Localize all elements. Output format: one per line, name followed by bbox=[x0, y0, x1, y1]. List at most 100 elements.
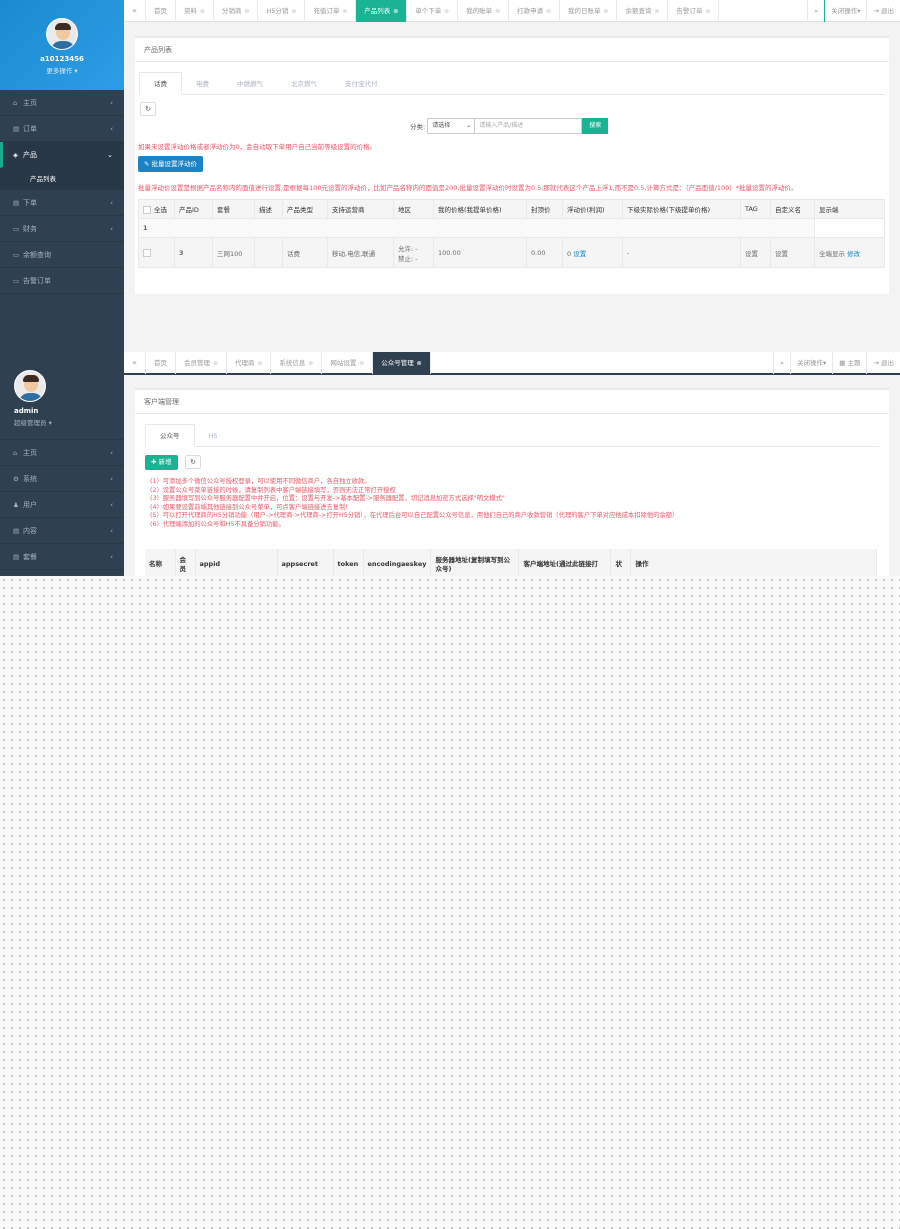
close-tab-icon[interactable]: ⊗ bbox=[415, 360, 422, 367]
close-tab-icon[interactable]: ⊗ bbox=[198, 8, 205, 15]
col-header: 服务器地址(复制填写到公众号) bbox=[430, 549, 520, 576]
subtab-0[interactable]: 话费 bbox=[139, 72, 182, 95]
sidebar-item-2[interactable]: ♟ 用户 ‹ bbox=[0, 492, 124, 518]
scroll-left-icon[interactable]: « bbox=[124, 352, 146, 374]
tab-6[interactable]: 单个下单 ⊗ bbox=[407, 0, 459, 22]
float-price-notice: 如果未设置浮动价格或者浮动价为0，会自动取下单用户自己当前等级设置的价格。 bbox=[138, 143, 377, 151]
subtab-4[interactable]: 支付宝代付 bbox=[331, 73, 392, 96]
edit-display-link[interactable]: 修改 bbox=[847, 250, 860, 258]
close-tab-icon[interactable]: ⊗ bbox=[357, 360, 364, 367]
sidebar-item-0[interactable]: ⌂ 主页 ‹ bbox=[0, 90, 124, 116]
refresh-icon[interactable]: ↻ bbox=[140, 102, 156, 116]
close-tab-icon[interactable]: ⊗ bbox=[602, 8, 608, 15]
subtab-2[interactable]: 中燃燃气 bbox=[223, 73, 277, 96]
tab-3[interactable]: H5分销 ⊗ bbox=[258, 0, 306, 22]
col-package: 套餐 bbox=[212, 199, 255, 219]
set-custom-name-link[interactable]: 设置 bbox=[770, 237, 815, 268]
select-all-header[interactable]: 全选 bbox=[138, 199, 175, 219]
subtab-0[interactable]: 公众号 bbox=[145, 424, 195, 447]
tab-label: 我的日账单 bbox=[568, 7, 601, 15]
tab-0[interactable]: 首页 bbox=[146, 352, 176, 374]
product-icon: ◈ bbox=[13, 151, 18, 159]
more-actions-menu[interactable]: 更多操作 ▾ bbox=[0, 65, 124, 75]
close-tab-icon[interactable]: ⊗ bbox=[289, 8, 296, 15]
subtab-1[interactable]: H5 bbox=[195, 425, 232, 448]
sidebar-item-4[interactable]: ▤ 套餐 ‹ bbox=[0, 544, 124, 570]
tab-1[interactable]: 资料 ⊗ bbox=[176, 0, 214, 22]
tab-4[interactable]: 网站设置 ⊗ bbox=[322, 352, 374, 374]
tab-10[interactable]: 余额查询 ⊗ bbox=[617, 0, 669, 22]
package-icon: ▤ bbox=[13, 553, 20, 561]
usage-notes: (1）可添加多个微信公众号授权登录，可以使用不同微信商户，各自独立收款。 (2）设… bbox=[150, 478, 678, 530]
close-tab-icon[interactable]: ⊗ bbox=[306, 360, 313, 367]
tab-2[interactable]: 代理商 ⊗ bbox=[227, 352, 272, 374]
row-checkbox[interactable] bbox=[143, 248, 151, 257]
category-select[interactable]: 请选择 ⌄ bbox=[427, 118, 476, 134]
close-tab-icon[interactable]: ⊗ bbox=[544, 8, 551, 15]
logout-button[interactable]: ⇥ 退出 bbox=[866, 0, 900, 22]
scroll-right-icon[interactable]: » bbox=[807, 0, 824, 22]
tab-5[interactable]: 公众号管理 ⊗ bbox=[373, 352, 431, 374]
col-lower-price: 下级实际价格(下级提单价格) bbox=[622, 199, 741, 219]
sidebar-item-2[interactable]: ◈ 产品 ⌄ bbox=[0, 142, 124, 168]
search-input[interactable]: 请输入产品/描述 bbox=[474, 118, 583, 134]
avatar[interactable] bbox=[14, 370, 46, 402]
content-icon: ▤ bbox=[13, 527, 20, 535]
tab-4[interactable]: 充值订单 ⊗ bbox=[305, 0, 357, 22]
tab-label: H5分销 bbox=[266, 7, 289, 15]
subtab-1[interactable]: 电费 bbox=[182, 73, 223, 96]
role-menu[interactable]: 超级管理员 ▾ bbox=[14, 417, 124, 427]
tab-3[interactable]: 系统信息 ⊗ bbox=[271, 352, 323, 374]
batch-float-price-button[interactable]: ✎ 批量设置浮动价 bbox=[138, 156, 204, 172]
sidebar-item-0[interactable]: ⌂ 主页 ‹ bbox=[0, 440, 124, 466]
sidebar-item-3[interactable]: ▤ 内容 ‹ bbox=[0, 518, 124, 544]
sidebar-item-1[interactable]: ▤ 订单 ‹ bbox=[0, 116, 124, 142]
sidebar-item-6[interactable]: ▭ 告警订单 bbox=[0, 268, 124, 294]
close-tab-icon[interactable]: ⊗ bbox=[703, 8, 710, 15]
sidebar-item-1[interactable]: ⚙ 系统 ‹ bbox=[0, 466, 124, 492]
close-tab-icon[interactable]: ⊗ bbox=[242, 8, 249, 15]
filter-bar: 分类: 请选择 ⌄ 请输入产品/描述 搜索 bbox=[410, 118, 609, 135]
avatar[interactable] bbox=[46, 18, 78, 50]
sidebar-item-4[interactable]: ▭ 财务 ‹ bbox=[0, 216, 124, 242]
close-tab-icon[interactable]: ⊗ bbox=[391, 8, 398, 15]
scroll-right-icon[interactable]: » bbox=[773, 352, 790, 374]
tab-9[interactable]: 我的日账单 ⊗ bbox=[560, 0, 618, 22]
cell-my-price: 100.00 bbox=[433, 237, 527, 268]
tab-2[interactable]: 分销商 ⊗ bbox=[214, 0, 259, 22]
close-ops-dropdown[interactable]: 关闭操作▾ bbox=[824, 0, 866, 22]
close-tab-icon[interactable]: ⊗ bbox=[493, 8, 500, 15]
close-tab-icon[interactable]: ⊗ bbox=[652, 8, 659, 15]
tab-7[interactable]: 我的账单 ⊗ bbox=[458, 0, 510, 22]
product-list-screen: a10123456 更多操作 ▾ ⌂ 主页 ‹ ▤ 订单 ‹ ◈ 产品 ⌄ 产品列表 ▤ 下单 ‹ ▭ 财务… bbox=[0, 0, 900, 352]
scroll-left-icon[interactable]: « bbox=[124, 0, 146, 22]
panel-title: 产品列表 bbox=[135, 38, 889, 62]
sidebar-subitem-product-list[interactable]: 产品列表 bbox=[0, 168, 124, 190]
tab-5[interactable]: 产品列表 ⊗ bbox=[356, 0, 408, 22]
chevron-left-icon: ‹ bbox=[110, 125, 113, 133]
close-tab-icon[interactable]: ⊗ bbox=[442, 8, 449, 15]
tab-0[interactable]: 首页 bbox=[146, 0, 176, 22]
tab-1[interactable]: 会员管理 ⊗ bbox=[176, 352, 227, 374]
close-tab-icon[interactable]: ⊗ bbox=[255, 360, 262, 367]
add-button[interactable]: ✚ 新增 bbox=[145, 455, 178, 470]
close-tab-icon[interactable]: ⊗ bbox=[340, 8, 347, 15]
tab-11[interactable]: 告警订单 ⊗ bbox=[668, 0, 720, 22]
set-tag-link[interactable]: 设置 bbox=[740, 237, 771, 268]
tab-8[interactable]: 打款申请 ⊗ bbox=[509, 0, 561, 22]
col-header: 状 bbox=[610, 549, 632, 576]
tab-label: 代理商 bbox=[234, 359, 255, 367]
logout-button[interactable]: ⇥ 退出 bbox=[866, 352, 900, 374]
search-button[interactable]: 搜索 bbox=[582, 118, 609, 134]
client-table: 名称 会员 appid appsecret token encodingaeskey 服务器… bbox=[145, 549, 877, 576]
sidebar-item-5[interactable]: ▭ 余额查询 bbox=[0, 242, 124, 268]
theme-button[interactable]: ▦ 主题 bbox=[832, 352, 866, 374]
close-ops-dropdown[interactable]: 关闭操作▾ bbox=[790, 352, 832, 374]
sidebar-item-3[interactable]: ▤ 下单 ‹ bbox=[0, 190, 124, 216]
select-all-checkbox[interactable] bbox=[143, 206, 151, 214]
set-float-price-link[interactable]: 设置 bbox=[573, 250, 586, 258]
tab-label: 余额查询 bbox=[625, 7, 652, 15]
close-tab-icon[interactable]: ⊗ bbox=[211, 360, 218, 367]
subtab-3[interactable]: 北京燃气 bbox=[277, 73, 331, 96]
refresh-icon[interactable]: ↻ bbox=[185, 455, 201, 469]
